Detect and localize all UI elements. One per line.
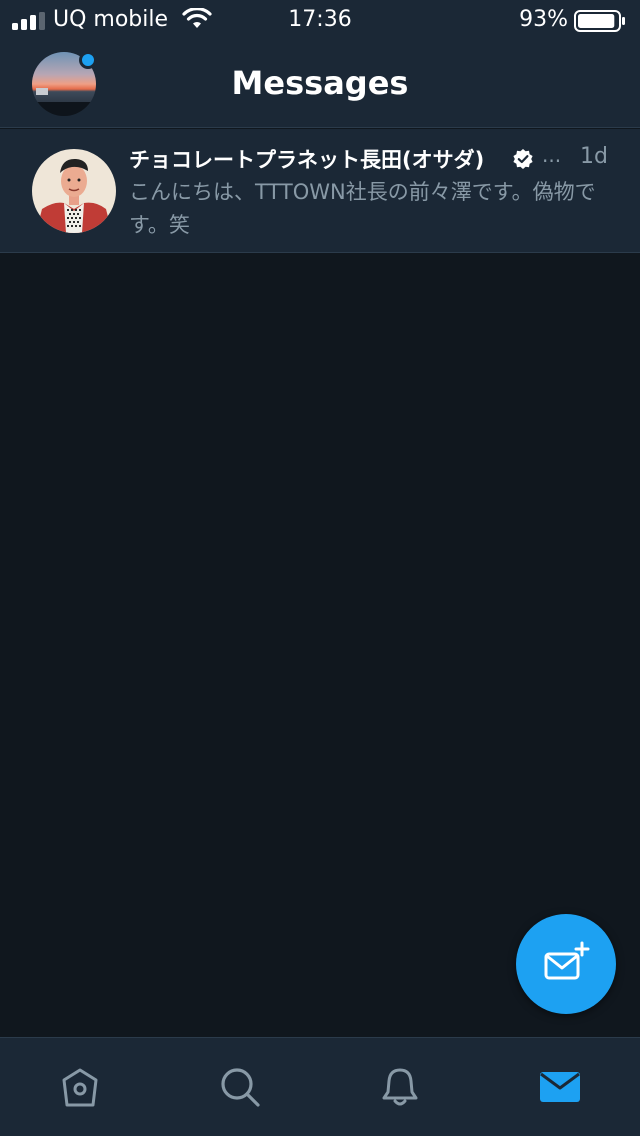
conversation-list-item[interactable]: チョコレートプラネット長田(オサダ) ... 1d こんにちは、TTTOWN社長… bbox=[0, 129, 640, 253]
battery-fill bbox=[578, 14, 615, 28]
search-icon bbox=[221, 1068, 260, 1107]
compose-message-button[interactable] bbox=[516, 914, 616, 1014]
header: UQ mobile 17:36 93% Messages bbox=[0, 0, 640, 128]
battery-icon bbox=[574, 10, 625, 32]
new-message-icon bbox=[544, 941, 590, 980]
tab-home[interactable] bbox=[0, 1038, 160, 1136]
conversation-avatar[interactable] bbox=[32, 149, 116, 233]
messages-screen: UQ mobile 17:36 93% Messages チョコレートプラネット… bbox=[0, 0, 640, 1136]
conversation-timestamp: 1d bbox=[580, 144, 608, 169]
mail-icon bbox=[540, 1072, 580, 1102]
bell-icon bbox=[382, 1068, 418, 1106]
conversation-name: チョコレートプラネット長田(オサダ) bbox=[129, 148, 485, 172]
status-bar: UQ mobile 17:36 93% bbox=[0, 0, 640, 40]
conversation-preview: こんにちは、TTTOWN社長の前々澤です。偽物です。笑 bbox=[129, 180, 596, 237]
verified-badge-icon bbox=[513, 149, 533, 169]
conversation-more: ... bbox=[542, 143, 562, 167]
tab-notifications[interactable] bbox=[320, 1038, 480, 1136]
conversation-avatar-image bbox=[32, 149, 116, 233]
battery-percentage: 93% bbox=[519, 7, 568, 32]
home-icon bbox=[62, 1068, 98, 1107]
navigation-bar: Messages bbox=[0, 40, 640, 128]
bottom-tab-bar bbox=[0, 1037, 640, 1136]
page-title: Messages bbox=[231, 64, 409, 102]
tab-messages[interactable] bbox=[480, 1038, 640, 1136]
tab-search[interactable] bbox=[160, 1038, 320, 1136]
